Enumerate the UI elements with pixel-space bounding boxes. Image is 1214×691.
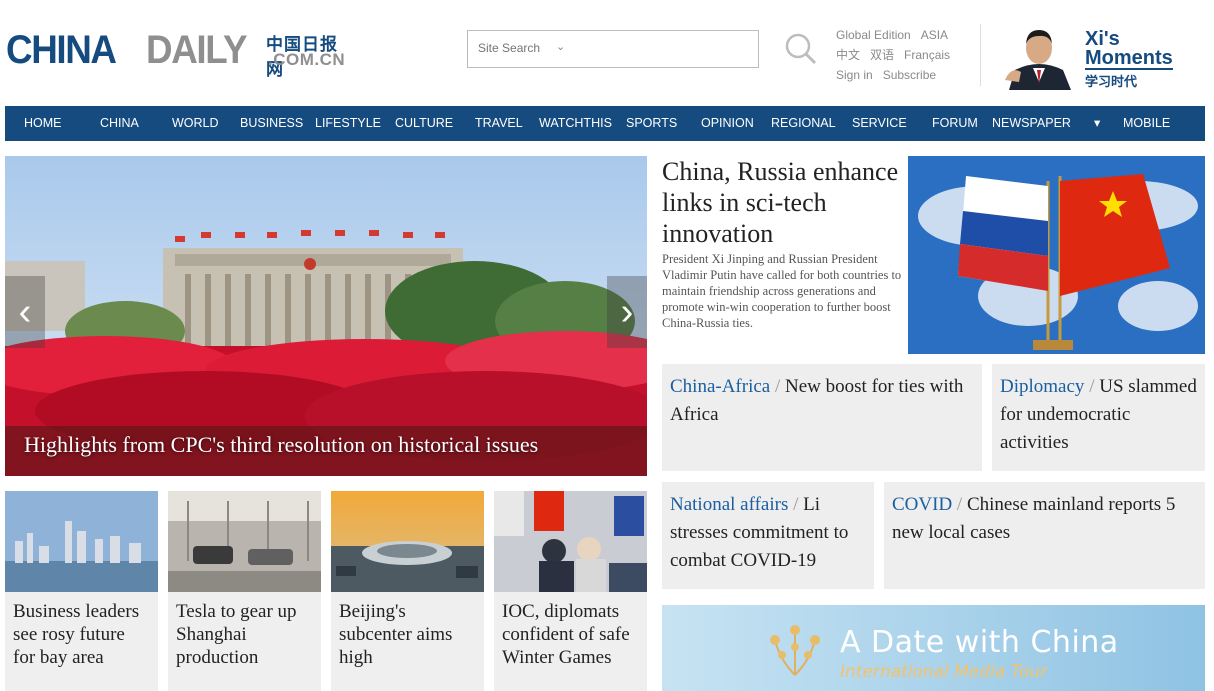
- logo-china: CHINA: [6, 28, 117, 72]
- chinese-link[interactable]: 中文: [836, 45, 860, 65]
- banner-subtitle: International Media Tour: [840, 662, 1048, 682]
- header-divider: [980, 24, 981, 86]
- top-story-image[interactable]: [908, 156, 1205, 354]
- thumb-headline[interactable]: IOC, diplomats confident of safe Winter …: [494, 592, 647, 669]
- bilingual-link[interactable]: 双语: [870, 45, 894, 65]
- topic-category[interactable]: COVID: [892, 494, 952, 515]
- top-story-summary: President Xi Jinping and Russian Preside…: [662, 252, 902, 330]
- topic-box-covid[interactable]: COVID / Chinese mainland reports 5 new l…: [884, 482, 1205, 589]
- search-input[interactable]: [478, 41, 554, 55]
- edition-row-2: 中文 双语 Français: [836, 45, 960, 65]
- logo-domain: .COM.CN: [268, 50, 346, 69]
- nav-item-service[interactable]: SERVICE: [852, 106, 907, 141]
- topic-separator: /: [788, 494, 804, 515]
- nav-item-regional[interactable]: REGIONAL: [771, 106, 836, 141]
- thumb-image[interactable]: [494, 491, 647, 592]
- banner-title: A Date with China: [840, 625, 1119, 660]
- hero-image[interactable]: [5, 156, 647, 476]
- nav-item-sports[interactable]: SPORTS: [626, 106, 677, 141]
- xi-title-line2: Moments: [1085, 47, 1173, 70]
- thumb-story-ioc[interactable]: IOC, diplomats confident of safe Winter …: [494, 491, 647, 691]
- thumb-image[interactable]: [168, 491, 321, 592]
- xis-moments-link[interactable]: Xi's Moments 学习时代: [1085, 29, 1173, 91]
- nav-item-home[interactable]: HOME: [24, 106, 62, 141]
- chevron-down-icon[interactable]: ⌄: [556, 40, 565, 53]
- hero-caption[interactable]: Highlights from CPC's third resolution o…: [24, 432, 538, 458]
- edition-row-3: Sign in Subscribe: [836, 65, 960, 85]
- thumb-story-bay-area[interactable]: Business leaders see rosy future for bay…: [5, 491, 158, 691]
- topic-box-national-affairs[interactable]: National affairs / Li stresses commitmen…: [662, 482, 874, 589]
- main-nav: HOME CHINA WORLD BUSINESS LIFESTYLE CULT…: [5, 106, 1205, 141]
- edition-links: Global Edition ASIA 中文 双语 Français Sign in S…: [836, 25, 960, 85]
- hero-slider[interactable]: ‹ › Highlights from CPC's third resoluti…: [5, 156, 647, 476]
- topic-separator: /: [770, 376, 786, 397]
- xi-portrait-image[interactable]: [1001, 22, 1077, 90]
- site-search-box[interactable]: ⌄: [467, 30, 759, 68]
- nav-item-forum[interactable]: FORUM: [932, 106, 978, 141]
- nav-item-business[interactable]: BUSINESS: [240, 106, 303, 141]
- topic-category[interactable]: China-Africa: [670, 376, 770, 397]
- date-with-china-banner[interactable]: A Date with China International Media To…: [662, 605, 1205, 691]
- thumb-story-tesla[interactable]: Tesla to gear up Shanghai production: [168, 491, 321, 691]
- topic-category[interactable]: Diplomacy: [1000, 376, 1084, 397]
- search-icon[interactable]: [783, 31, 817, 65]
- french-link[interactable]: Français: [904, 45, 950, 65]
- logo-daily: DAILY: [146, 28, 247, 72]
- edition-row-1: Global Edition ASIA: [836, 25, 960, 45]
- nav-item-newspaper[interactable]: NEWSPAPER: [992, 106, 1071, 141]
- topic-category[interactable]: National affairs: [670, 494, 788, 515]
- nav-more-chevron-icon[interactable]: ▾: [1094, 106, 1100, 141]
- xi-title-chinese: 学习时代: [1085, 74, 1138, 89]
- thumb-image[interactable]: [331, 491, 484, 592]
- nav-item-china[interactable]: CHINA: [100, 106, 139, 141]
- thumb-story-beijing-subcenter[interactable]: Beijing's subcenter aims high: [331, 491, 484, 691]
- top-story: China, Russia enhance links in sci-tech …: [662, 156, 902, 331]
- topic-box-china-africa[interactable]: China-Africa / New boost for ties with A…: [662, 364, 982, 471]
- topic-box-diplomacy[interactable]: Diplomacy / US slammed for undemocratic …: [992, 364, 1205, 471]
- topic-separator: /: [952, 494, 967, 515]
- asia-link[interactable]: ASIA: [921, 25, 948, 45]
- thumb-image[interactable]: [5, 491, 158, 592]
- slider-next-button[interactable]: ›: [607, 276, 647, 348]
- thumb-headline[interactable]: Business leaders see rosy future for bay…: [5, 592, 158, 669]
- slider-prev-button[interactable]: ‹: [5, 276, 45, 348]
- sign-in-link[interactable]: Sign in: [836, 65, 873, 85]
- nav-item-travel[interactable]: TRAVEL: [475, 106, 523, 141]
- nav-item-mobile[interactable]: MOBILE: [1123, 106, 1170, 141]
- flower-emblem-icon: [770, 625, 820, 676]
- top-story-title[interactable]: China, Russia enhance links in sci-tech …: [662, 156, 902, 249]
- global-edition-link[interactable]: Global Edition: [836, 25, 911, 45]
- nav-item-culture[interactable]: CULTURE: [395, 106, 453, 141]
- nav-item-world[interactable]: WORLD: [172, 106, 219, 141]
- subscribe-link[interactable]: Subscribe: [883, 65, 936, 85]
- topic-separator: /: [1084, 376, 1100, 397]
- nav-item-lifestyle[interactable]: LIFESTYLE: [315, 106, 381, 141]
- thumb-headline[interactable]: Beijing's subcenter aims high: [331, 592, 484, 669]
- thumb-headline[interactable]: Tesla to gear up Shanghai production: [168, 592, 321, 669]
- site-logo[interactable]: CHINA DAILY 中国日报网 .COM.CN: [6, 28, 351, 80]
- nav-item-watchthis[interactable]: WATCHTHIS: [539, 106, 612, 141]
- nav-item-opinion[interactable]: OPINION: [701, 106, 754, 141]
